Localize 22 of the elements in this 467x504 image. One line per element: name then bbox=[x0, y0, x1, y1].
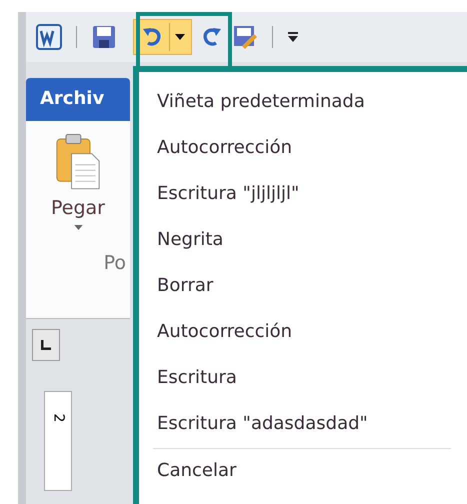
menu-item[interactable]: Borrar bbox=[157, 264, 459, 310]
file-tab[interactable]: Archiv bbox=[26, 78, 130, 121]
paste-button[interactable]: Pegar bbox=[51, 133, 105, 230]
menu-item[interactable]: Escritura "jljljljl" bbox=[157, 172, 459, 218]
menu-item[interactable]: Negrita bbox=[157, 218, 459, 264]
word-logo-icon[interactable] bbox=[36, 24, 62, 50]
document-pencil-icon[interactable] bbox=[232, 24, 258, 50]
customize-menu-icon[interactable] bbox=[287, 32, 299, 42]
caret-icon[interactable] bbox=[175, 34, 185, 40]
tab-stop-button[interactable] bbox=[32, 329, 60, 361]
menu-item[interactable]: Autocorrección bbox=[157, 310, 459, 356]
left-tab-icon bbox=[41, 340, 51, 350]
menu-item[interactable]: Autocorrección bbox=[157, 126, 459, 172]
menu-item[interactable]: Escritura bbox=[157, 356, 459, 402]
ruler-number: 2 bbox=[50, 414, 66, 422]
clipboard-icon bbox=[55, 133, 101, 191]
menu-item[interactable]: Escritura "adasdasdad" bbox=[157, 402, 459, 448]
group-label: Po bbox=[104, 252, 126, 274]
cancel-menu-item[interactable]: Cancelar bbox=[157, 449, 459, 495]
undo-button[interactable] bbox=[133, 19, 192, 55]
menu-item[interactable]: Viñeta predeterminada bbox=[157, 80, 459, 126]
caret-icon bbox=[74, 225, 82, 230]
